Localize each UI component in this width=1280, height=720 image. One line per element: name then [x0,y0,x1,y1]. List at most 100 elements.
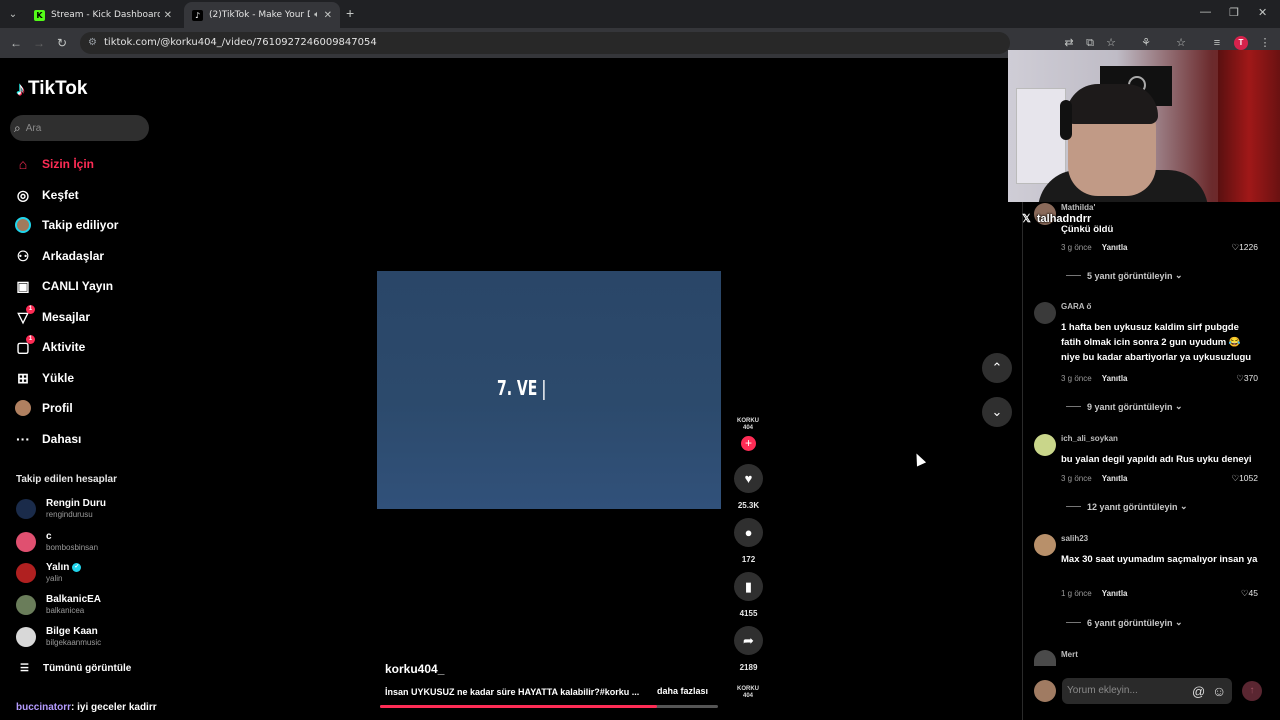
friends-icon: ⚇ [16,247,30,264]
next-video-button[interactable]: ⌄ [982,397,1012,427]
account-item[interactable]: Rengin Duru rengindurusu [16,498,106,520]
previous-video-button[interactable]: ⌃ [982,353,1012,383]
view-replies-button[interactable]: 12 yanıt görüntüleyin ⌄ [1066,501,1188,512]
comment-like-button[interactable]: ♡1226 [1226,242,1258,253]
tiktok-logo[interactable]: ♪ TikTok [16,78,87,100]
comment-username[interactable]: Mathilda' [1061,203,1095,212]
avatar[interactable] [1034,534,1056,556]
speaker-icon[interactable]: 🔈︎ [314,10,319,20]
bookmark-star-icon[interactable]: ☆ [1105,37,1117,49]
view-replies-button[interactable]: 6 yanıt görüntüleyin ⌄ [1066,617,1183,628]
messages-badge: 1 [26,305,35,314]
video-overlay-text: 7. VE [497,376,545,400]
nav-profile[interactable]: Profil [14,399,73,417]
chevron-down-icon: ⌄ [991,404,1003,419]
reply-button[interactable]: Yanıtla [1102,374,1128,383]
bookmarks-icon[interactable]: ☆ [1175,37,1187,49]
chevron-up-icon: ⌃ [991,360,1003,375]
comment-like-button[interactable]: ♡370 [1226,373,1258,384]
account-item[interactable]: Yalın ✓ yalin [16,562,82,584]
comment-username[interactable]: Mert [1061,650,1078,659]
comment-placeholder: Yorum ekleyin... [1067,685,1138,696]
comment-username[interactable]: salih23 [1061,534,1088,543]
nav-more[interactable]: ··· Dahası [14,430,81,448]
url-input[interactable]: ⚙ tiktok.com/@korku404_/video/7610927246… [80,32,1010,54]
install-app-icon[interactable]: ⧉ [1084,37,1096,49]
emoji-icon[interactable]: ☺ [1212,683,1226,699]
kick-icon: K [34,9,45,21]
translate-icon[interactable]: ⇄ [1063,37,1075,49]
new-tab-button[interactable]: + [346,5,354,21]
creator-avatar[interactable]: KORKU 404 [735,418,761,436]
comment-like-button[interactable]: ♡1052 [1226,473,1258,484]
extensions-icon[interactable]: ⚘ [1140,37,1152,49]
like-button[interactable]: ♥ [734,464,763,493]
comment-like-count: 370 [1243,373,1258,383]
comment-username[interactable]: GARA ő [1061,302,1091,311]
view-replies-button[interactable]: 5 yanıt görüntüleyin ⌄ [1066,270,1183,281]
close-tab-icon[interactable]: ✕ [164,10,172,21]
tab-search-button[interactable]: ⌄ [4,5,22,23]
account-item[interactable]: Bilge Kaan bilgekaanmusic [16,626,101,648]
comment-input[interactable]: Yorum ekleyin... [1062,678,1232,704]
search-input[interactable]: ⌕ Ara [10,115,149,141]
heart-icon: ♥ [744,471,753,486]
reading-list-icon[interactable]: ≡ [1211,37,1223,49]
nav-live[interactable]: ▣ CANLI Yayın [14,277,113,295]
sound-avatar[interactable]: KORKU 404 [735,686,761,704]
avatar[interactable] [1034,650,1056,666]
upload-icon: ⊞ [17,369,29,386]
account-name: c [46,531,52,542]
nav-upload[interactable]: ⊞ Yükle [14,369,74,387]
arrow-up-icon: ↑ [1249,685,1255,696]
reply-button[interactable]: Yanıtla [1102,589,1128,598]
profile-avatar[interactable]: T [1234,36,1248,50]
share-count: 2189 [739,663,758,672]
follow-button[interactable]: + [741,436,756,451]
comment-button[interactable]: ● [734,518,763,547]
save-button[interactable]: ▮ [734,572,763,601]
restore-button[interactable]: ❐ [1229,6,1239,19]
comment-username[interactable]: ich_ali_soykan [1061,434,1118,443]
nav-activity[interactable]: ▢ 1 Aktivite [14,335,85,356]
comment-time: 1 g önce [1061,589,1092,598]
avatar[interactable] [1034,302,1056,324]
video-player[interactable]: 7. VE [377,271,721,509]
comment-like-button[interactable]: ♡45 [1226,588,1258,599]
menu-icon[interactable]: ⋮ [1259,37,1271,49]
send-button[interactable]: ↑ [1242,681,1262,701]
comment-input-bar: Yorum ekleyin... @ ☺ ↑ [1034,676,1270,706]
back-icon[interactable]: ← [10,36,22,50]
comment-like-count: 1052 [1239,473,1258,483]
view-replies-button[interactable]: 9 yanıt görüntüleyin ⌄ [1066,401,1183,412]
reload-icon[interactable]: ↻ [57,36,67,50]
search-icon: ⌕ [14,120,21,135]
account-handle: bilgekaanmusic [46,638,102,647]
nav-label: Dahası [42,432,82,446]
see-all-button[interactable]: ☰ Tümünü görüntüle [20,663,131,674]
nav-explore[interactable]: ◎ Keşfet [14,186,79,204]
nav-following[interactable]: Takip ediliyor [14,216,118,234]
video-author[interactable]: korku404_ [385,662,444,676]
share-button[interactable]: ➦ [734,626,763,655]
account-item[interactable]: BalkanicEA balkanicea [16,594,101,616]
video-progress-bar[interactable] [380,705,718,708]
forward-icon[interactable]: → [33,36,45,50]
nav-for-you[interactable]: ⌂ Sizin İçin [14,155,94,173]
site-info-icon[interactable]: ⚙ [88,32,97,54]
mention-icon[interactable]: @ [1192,684,1205,699]
avatar [16,627,36,647]
close-window-button[interactable]: ✕ [1258,6,1267,19]
account-item[interactable]: c bombosbinsan [16,531,98,553]
reply-button[interactable]: Yanıtla [1102,243,1128,252]
more-description-button[interactable]: daha fazlası [657,686,708,696]
nav-friends[interactable]: ⚇ Arkadaşlar [14,247,104,265]
tab-tiktok[interactable]: ♪ (2)TikTok - Make Your Day 🔈︎ ✕ [184,2,340,28]
close-tab-icon[interactable]: ✕ [324,10,332,21]
avatar[interactable] [1034,434,1056,456]
minimize-button[interactable]: — [1200,6,1211,18]
reply-button[interactable]: Yanıtla [1102,474,1128,483]
comment-like-count: 45 [1248,588,1258,598]
tab-kick-dashboard[interactable]: K Stream - Kick Dashboard ✕ [26,2,180,28]
nav-messages[interactable]: ▽ 1 Mesajlar [14,305,90,326]
